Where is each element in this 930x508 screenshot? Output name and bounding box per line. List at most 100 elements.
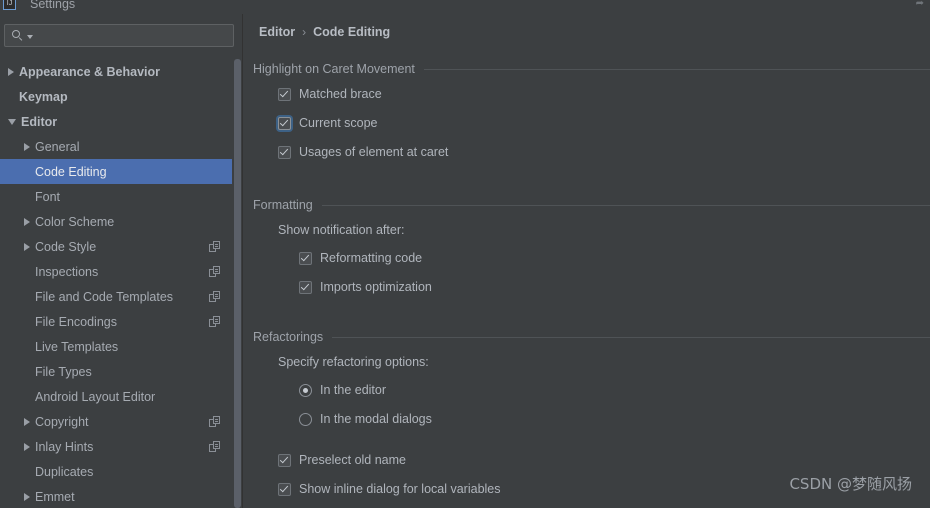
radio-in-the-modal-dialogs[interactable]: In the modal dialogs (299, 412, 432, 426)
settings-dialog: IJ Settings ➦ Appearance & Behavior Keyma… (0, 0, 930, 508)
section-subtitle: Specify refactoring options: (278, 355, 429, 369)
option-label: Usages of element at caret (299, 145, 449, 159)
radio-in-the-editor[interactable]: In the editor (299, 383, 386, 397)
search-input[interactable] (33, 28, 233, 43)
sidebar-item-font[interactable]: Font (0, 184, 232, 209)
sidebar-item-code-editing[interactable]: Code Editing (0, 159, 232, 184)
watermark: CSDN @梦随风扬 (789, 475, 912, 493)
sidebar-item-color-scheme[interactable]: Color Scheme (0, 209, 232, 234)
chevron-right-icon[interactable] (24, 492, 30, 501)
sidebar-item-duplicates[interactable]: Duplicates (0, 459, 232, 484)
sidebar-item-label: Copyright (35, 414, 89, 429)
chevron-down-icon[interactable] (8, 118, 16, 125)
sidebar-item-label: Code Style (35, 239, 97, 254)
sidebar-item-label: Editor (21, 114, 58, 129)
section-subtitle: Show notification after: (278, 223, 405, 237)
checkbox-matched-brace[interactable]: Matched brace (278, 87, 382, 101)
sidebar-item-live-templates[interactable]: Live Templates (0, 334, 232, 359)
option-label: Show inline dialog for local variables (299, 482, 501, 496)
settings-sidebar: Appearance & Behavior Keymap Editor General… (0, 14, 242, 508)
sidebar-item-label: Duplicates (35, 464, 94, 479)
sidebar-item-label: Inspections (35, 264, 99, 279)
section-refactorings: Refactorings Specify refactoring options:… (253, 329, 930, 496)
checkbox-current-scope[interactable]: Current scope (278, 116, 378, 130)
settings-content-panel: Editor › Code Editing Highlight on Caret… (243, 14, 930, 508)
settings-tree[interactable]: Appearance & Behavior Keymap Editor General… (0, 59, 232, 508)
copy-settings-icon[interactable] (209, 266, 220, 277)
checkbox-control[interactable] (278, 453, 291, 467)
sidebar-scrollbar-thumb[interactable] (234, 59, 241, 508)
checkbox-control[interactable] (278, 145, 291, 159)
sidebar-item-appearance-behavior[interactable]: Appearance & Behavior (0, 59, 232, 84)
sidebar-item-code-style[interactable]: Code Style (0, 234, 232, 259)
checkbox-control[interactable] (278, 116, 291, 130)
radio-control[interactable] (299, 412, 312, 426)
chevron-right-icon[interactable] (24, 242, 30, 251)
section-header: Refactorings (253, 329, 930, 345)
option-label: Preselect old name (299, 453, 407, 467)
sidebar-item-file-and-code-templates[interactable]: File and Code Templates (0, 284, 232, 309)
checkbox-show-inline-dialog-for-local-variables[interactable]: Show inline dialog for local variables (278, 482, 501, 496)
copy-settings-icon[interactable] (209, 291, 220, 302)
sidebar-item-file-types[interactable]: File Types (0, 359, 232, 384)
sidebar-item-label: Emmet (35, 489, 75, 504)
sidebar-item-emmet[interactable]: Emmet (0, 484, 232, 508)
radio-control[interactable] (299, 383, 312, 397)
chevron-right-icon[interactable] (24, 417, 30, 426)
checkbox-imports-optimization[interactable]: Imports optimization (299, 280, 432, 294)
search-box[interactable] (4, 24, 234, 47)
sidebar-item-inlay-hints[interactable]: Inlay Hints (0, 434, 232, 459)
sidebar-item-android-layout-editor[interactable]: Android Layout Editor (0, 384, 232, 409)
copy-settings-icon[interactable] (209, 441, 220, 452)
breadcrumb: Editor › Code Editing (259, 25, 390, 39)
window-title: Settings (30, 0, 76, 11)
sidebar-item-label: File Encodings (35, 314, 117, 329)
search-field-wrapper (4, 24, 234, 47)
checkbox-control[interactable] (299, 251, 312, 265)
copy-settings-icon[interactable] (209, 416, 220, 427)
option-label: In the editor (320, 383, 387, 397)
checkbox-reformatting-code[interactable]: Reformatting code (299, 251, 422, 265)
sidebar-item-keymap[interactable]: Keymap (0, 84, 232, 109)
sidebar-item-general[interactable]: General (0, 134, 232, 159)
section-title: Refactorings (253, 330, 324, 344)
copy-settings-icon[interactable] (209, 316, 220, 327)
sidebar-item-label: Android Layout Editor (35, 389, 156, 404)
copy-settings-icon[interactable] (209, 241, 220, 252)
checkbox-preselect-old-name[interactable]: Preselect old name (278, 453, 406, 467)
section-divider (332, 336, 930, 338)
checkbox-control[interactable] (278, 482, 291, 496)
section-divider (423, 68, 930, 70)
sidebar-item-label: Color Scheme (35, 214, 115, 229)
chevron-right-icon[interactable] (8, 67, 14, 76)
breadcrumb-current: Code Editing (313, 25, 391, 39)
sidebar-item-file-encodings[interactable]: File Encodings (0, 309, 232, 334)
checkbox-control[interactable] (278, 87, 291, 101)
option-label: Imports optimization (320, 280, 432, 294)
sidebar-item-inspections[interactable]: Inspections (0, 259, 232, 284)
chevron-right-icon[interactable] (24, 442, 30, 451)
chevron-right-icon[interactable] (24, 217, 30, 226)
breadcrumb-separator-icon: › (302, 25, 307, 39)
sidebar-item-label: Font (35, 189, 61, 204)
checkbox-control[interactable] (299, 280, 312, 294)
option-label: Current scope (299, 116, 378, 130)
window-icon: IJ (2, 0, 18, 14)
breadcrumb-parent[interactable]: Editor (259, 25, 295, 39)
sidebar-item-label: File and Code Templates (35, 289, 174, 304)
sidebar-scrollbar-track[interactable] (232, 59, 242, 508)
sidebar-item-label: Code Editing (35, 164, 107, 179)
sidebar-item-label: Keymap (19, 89, 68, 104)
checkbox-usages-of-element-at-caret[interactable]: Usages of element at caret (278, 145, 448, 159)
sidebar-item-editor[interactable]: Editor (0, 109, 232, 134)
option-label: Matched brace (299, 87, 382, 101)
title-bar: IJ Settings ➦ (0, 0, 930, 14)
sidebar-item-copyright[interactable]: Copyright (0, 409, 232, 434)
chevron-right-icon[interactable] (24, 142, 30, 151)
